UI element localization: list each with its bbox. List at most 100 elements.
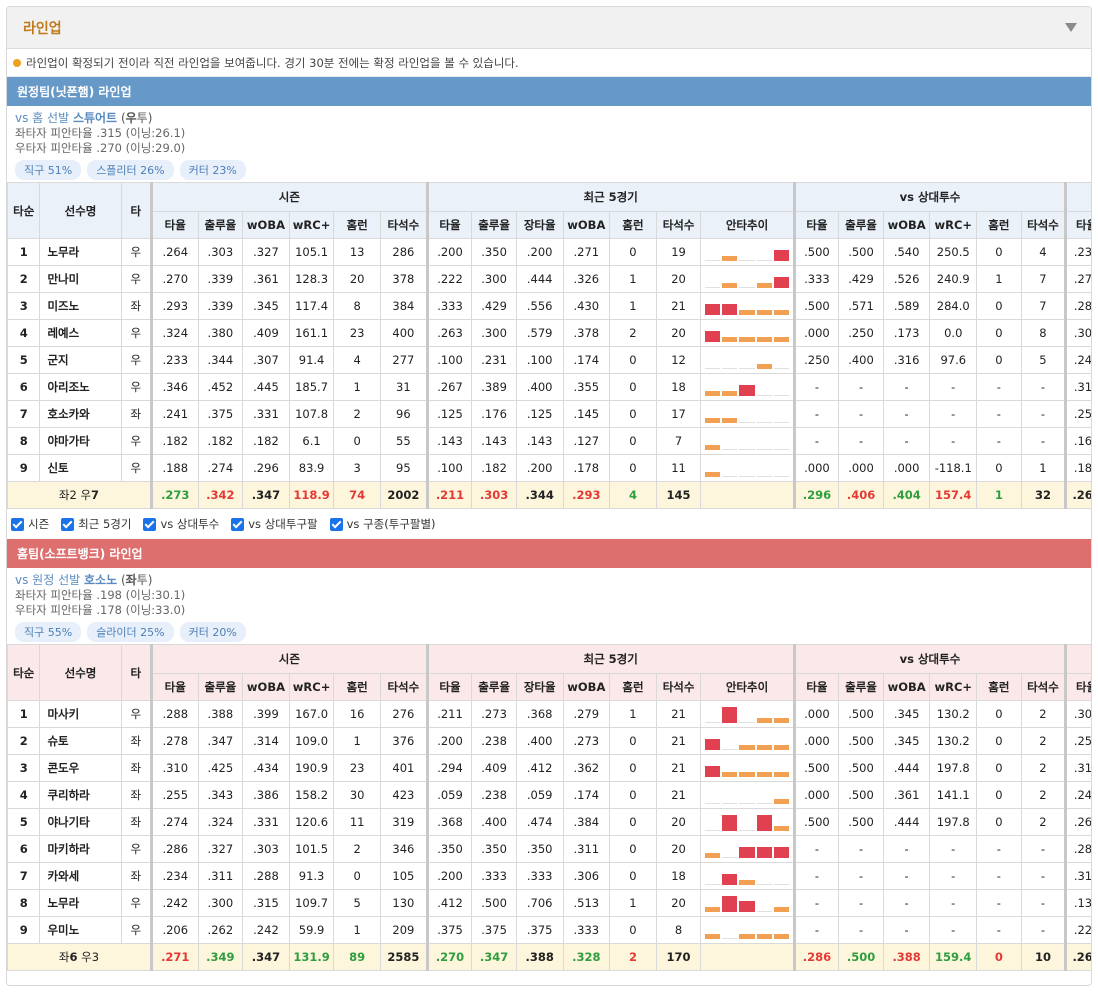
col-header[interactable]: 타석수 xyxy=(655,211,702,239)
stat-cell: .059 xyxy=(515,781,564,809)
spark-bar xyxy=(739,803,755,804)
col-header[interactable]: 타율 xyxy=(425,211,473,239)
col-header[interactable]: 타석수 xyxy=(380,673,428,701)
col-header[interactable]: wOBA xyxy=(882,673,931,701)
col-header[interactable]: wOBA xyxy=(562,211,611,239)
filter-recent[interactable]: 최근 5경기 xyxy=(61,516,131,532)
player-row[interactable]: 4 레예스 우 .324.380.409 161.1 23 400.263.300.579.… xyxy=(7,319,1091,347)
col-header[interactable]: 출루율 xyxy=(471,673,517,701)
col-header[interactable]: 안타추이 xyxy=(700,673,795,701)
stat-cell: .243 xyxy=(1064,346,1091,374)
filter-season[interactable]: 시즌 xyxy=(11,516,49,532)
player-name[interactable]: 만나미 xyxy=(39,265,122,293)
player-row[interactable]: 1 노무라 우 .264.303.327 105.1 13 286.200.350.200.… xyxy=(7,238,1091,266)
player-row[interactable]: 6 아리조노 우 .346.452.445 185.7 1 31.267.389.400.3… xyxy=(7,373,1091,401)
player-row[interactable]: 7 호소카와 좌 .241.375.331 107.8 2 96.125.176.125.1… xyxy=(7,400,1091,428)
player-row[interactable]: 7 카와세 좌 .234.311.288 91.3 0 105.200.333.333.30… xyxy=(7,862,1091,890)
player-name[interactable]: 마사키 xyxy=(39,700,122,728)
col-header[interactable]: 타율 xyxy=(425,673,473,701)
home-pitcher-name[interactable]: 호소노 xyxy=(84,573,117,587)
player-row[interactable]: 5 군지 우 .233.344.307 91.4 4 277.100.231.100.174… xyxy=(7,346,1091,374)
col-header[interactable]: 안타추이 xyxy=(700,211,795,239)
col-header[interactable]: 출루율 xyxy=(197,673,244,701)
checkbox-checked-icon[interactable] xyxy=(11,517,24,531)
collapse-triangle-icon[interactable] xyxy=(1065,23,1077,32)
col-header[interactable]: wOBA xyxy=(882,211,931,239)
player-row[interactable]: 3 콘도우 좌 .310.425.434 190.9 23 401.294.409.412.… xyxy=(7,754,1091,782)
player-row[interactable]: 3 미즈노 좌 .293.339.345 117.4 8 384.333.429.556.4… xyxy=(7,292,1091,320)
player-row[interactable]: 1 마사키 우 .288.388.399 167.0 16 276.211.273.368.… xyxy=(7,700,1091,728)
col-header[interactable]: wRC+ xyxy=(288,673,335,701)
player-name[interactable]: 쿠리하라 xyxy=(39,781,122,809)
col-header[interactable]: wOBA xyxy=(242,211,290,239)
checkbox-checked-icon[interactable] xyxy=(61,517,75,531)
player-name[interactable]: 카와세 xyxy=(39,862,122,890)
player-row[interactable]: 5 야나기타 좌 .274.324.331 120.6 11 319.368.400.474… xyxy=(7,808,1091,836)
col-header[interactable]: 홈런 xyxy=(609,673,657,701)
player-row[interactable]: 9 신토 우 .188.274.296 83.9 3 95.100.182.200.178 0… xyxy=(7,454,1091,482)
away-pitcher-name[interactable]: 스튜어트 xyxy=(73,111,117,125)
col-header[interactable]: 타석수 xyxy=(380,211,428,239)
player-name[interactable]: 우미노 xyxy=(39,916,122,944)
col-header[interactable]: 타율 xyxy=(792,673,840,701)
col-header[interactable]: 홈런 xyxy=(333,211,381,239)
col-header[interactable]: 타율 xyxy=(1064,673,1091,701)
checkbox-checked-icon[interactable] xyxy=(143,517,157,531)
player-name[interactable]: 군지 xyxy=(39,346,122,374)
filter-vs-pitcher[interactable]: vs 상대투수 xyxy=(143,516,219,532)
col-header[interactable]: 홈런 xyxy=(609,211,657,239)
player-row[interactable]: 4 쿠리하라 좌 .255.343.386 158.2 30 423.059.238.059… xyxy=(7,781,1091,809)
player-row[interactable]: 9 우미노 우 .206.262.242 59.9 1 209.375.375.375.33… xyxy=(7,916,1091,944)
player-row[interactable]: 2 만나미 우 .270.339.361 128.3 20 378.222.300.444.… xyxy=(7,265,1091,293)
stat-cell: 400 xyxy=(380,319,428,347)
col-header[interactable]: 타율 xyxy=(149,673,199,701)
col-header[interactable]: wRC+ xyxy=(929,211,978,239)
col-header[interactable]: 타석수 xyxy=(1020,673,1067,701)
checkbox-checked-icon[interactable] xyxy=(231,517,245,531)
player-row[interactable]: 2 슈토 좌 .278.347.314 109.0 1 376.200.238.400.27… xyxy=(7,727,1091,755)
player-name[interactable]: 아리조노 xyxy=(39,373,122,401)
player-name[interactable]: 야나기타 xyxy=(39,808,122,836)
player-name[interactable]: 야마가타 xyxy=(39,427,122,455)
col-header[interactable]: 홈런 xyxy=(976,211,1022,239)
batting-hand: 우 xyxy=(120,454,152,482)
stat-cell: .425 xyxy=(197,754,244,782)
filter-vs-pitch-type[interactable]: vs 구종(투구팔별) xyxy=(329,516,436,532)
player-name[interactable]: 콘도우 xyxy=(39,754,122,782)
col-header[interactable]: 타율 xyxy=(1064,211,1091,239)
filter-vs-arm[interactable]: vs 상대투구팔 xyxy=(231,516,318,532)
col-header[interactable]: 출루율 xyxy=(471,211,517,239)
stat-cell: 0 xyxy=(609,862,657,890)
checkbox-checked-icon[interactable] xyxy=(329,517,343,531)
stat-cell: .444 xyxy=(515,265,564,293)
col-header[interactable]: 장타율 xyxy=(515,673,564,701)
player-row[interactable]: 6 마키하라 우 .286.327.303 101.5 2 346.350.350.350.… xyxy=(7,835,1091,863)
player-name[interactable]: 마키하라 xyxy=(39,835,122,863)
player-name[interactable]: 미즈노 xyxy=(39,292,122,320)
col-header[interactable]: 타석수 xyxy=(1020,211,1067,239)
player-row[interactable]: 8 야마가타 우 .182.182.182 6.1 0 55.143.143.143.127… xyxy=(7,427,1091,455)
col-header[interactable]: 출루율 xyxy=(838,673,884,701)
panel-header[interactable]: 라인업 xyxy=(7,7,1091,49)
player-name[interactable]: 호소카와 xyxy=(39,400,122,428)
col-header[interactable]: wRC+ xyxy=(288,211,335,239)
col-header[interactable]: 홈런 xyxy=(333,673,381,701)
player-row[interactable]: 8 노무라 우 .242.300.315 109.7 5 130.412.500.706.5… xyxy=(7,889,1091,917)
col-header[interactable]: wOBA xyxy=(242,673,290,701)
col-header[interactable]: 홈런 xyxy=(976,673,1022,701)
player-name[interactable]: 레예스 xyxy=(39,319,122,347)
col-header[interactable]: 장타율 xyxy=(515,211,564,239)
player-name[interactable]: 신토 xyxy=(39,454,122,482)
player-name[interactable]: 노무라 xyxy=(39,889,122,917)
player-name[interactable]: 노무라 xyxy=(39,238,122,266)
col-header[interactable]: wOBA xyxy=(562,673,611,701)
col-header[interactable]: wRC+ xyxy=(929,673,978,701)
col-header[interactable]: 타율 xyxy=(149,211,199,239)
col-header[interactable]: 타석수 xyxy=(655,673,702,701)
col-header[interactable]: 출루율 xyxy=(838,211,884,239)
col-header[interactable]: 타율 xyxy=(792,211,840,239)
total-stat: 118.9 xyxy=(288,481,335,509)
player-name[interactable]: 슈토 xyxy=(39,727,122,755)
total-stat: .347 xyxy=(242,943,290,971)
col-header[interactable]: 출루율 xyxy=(197,211,244,239)
